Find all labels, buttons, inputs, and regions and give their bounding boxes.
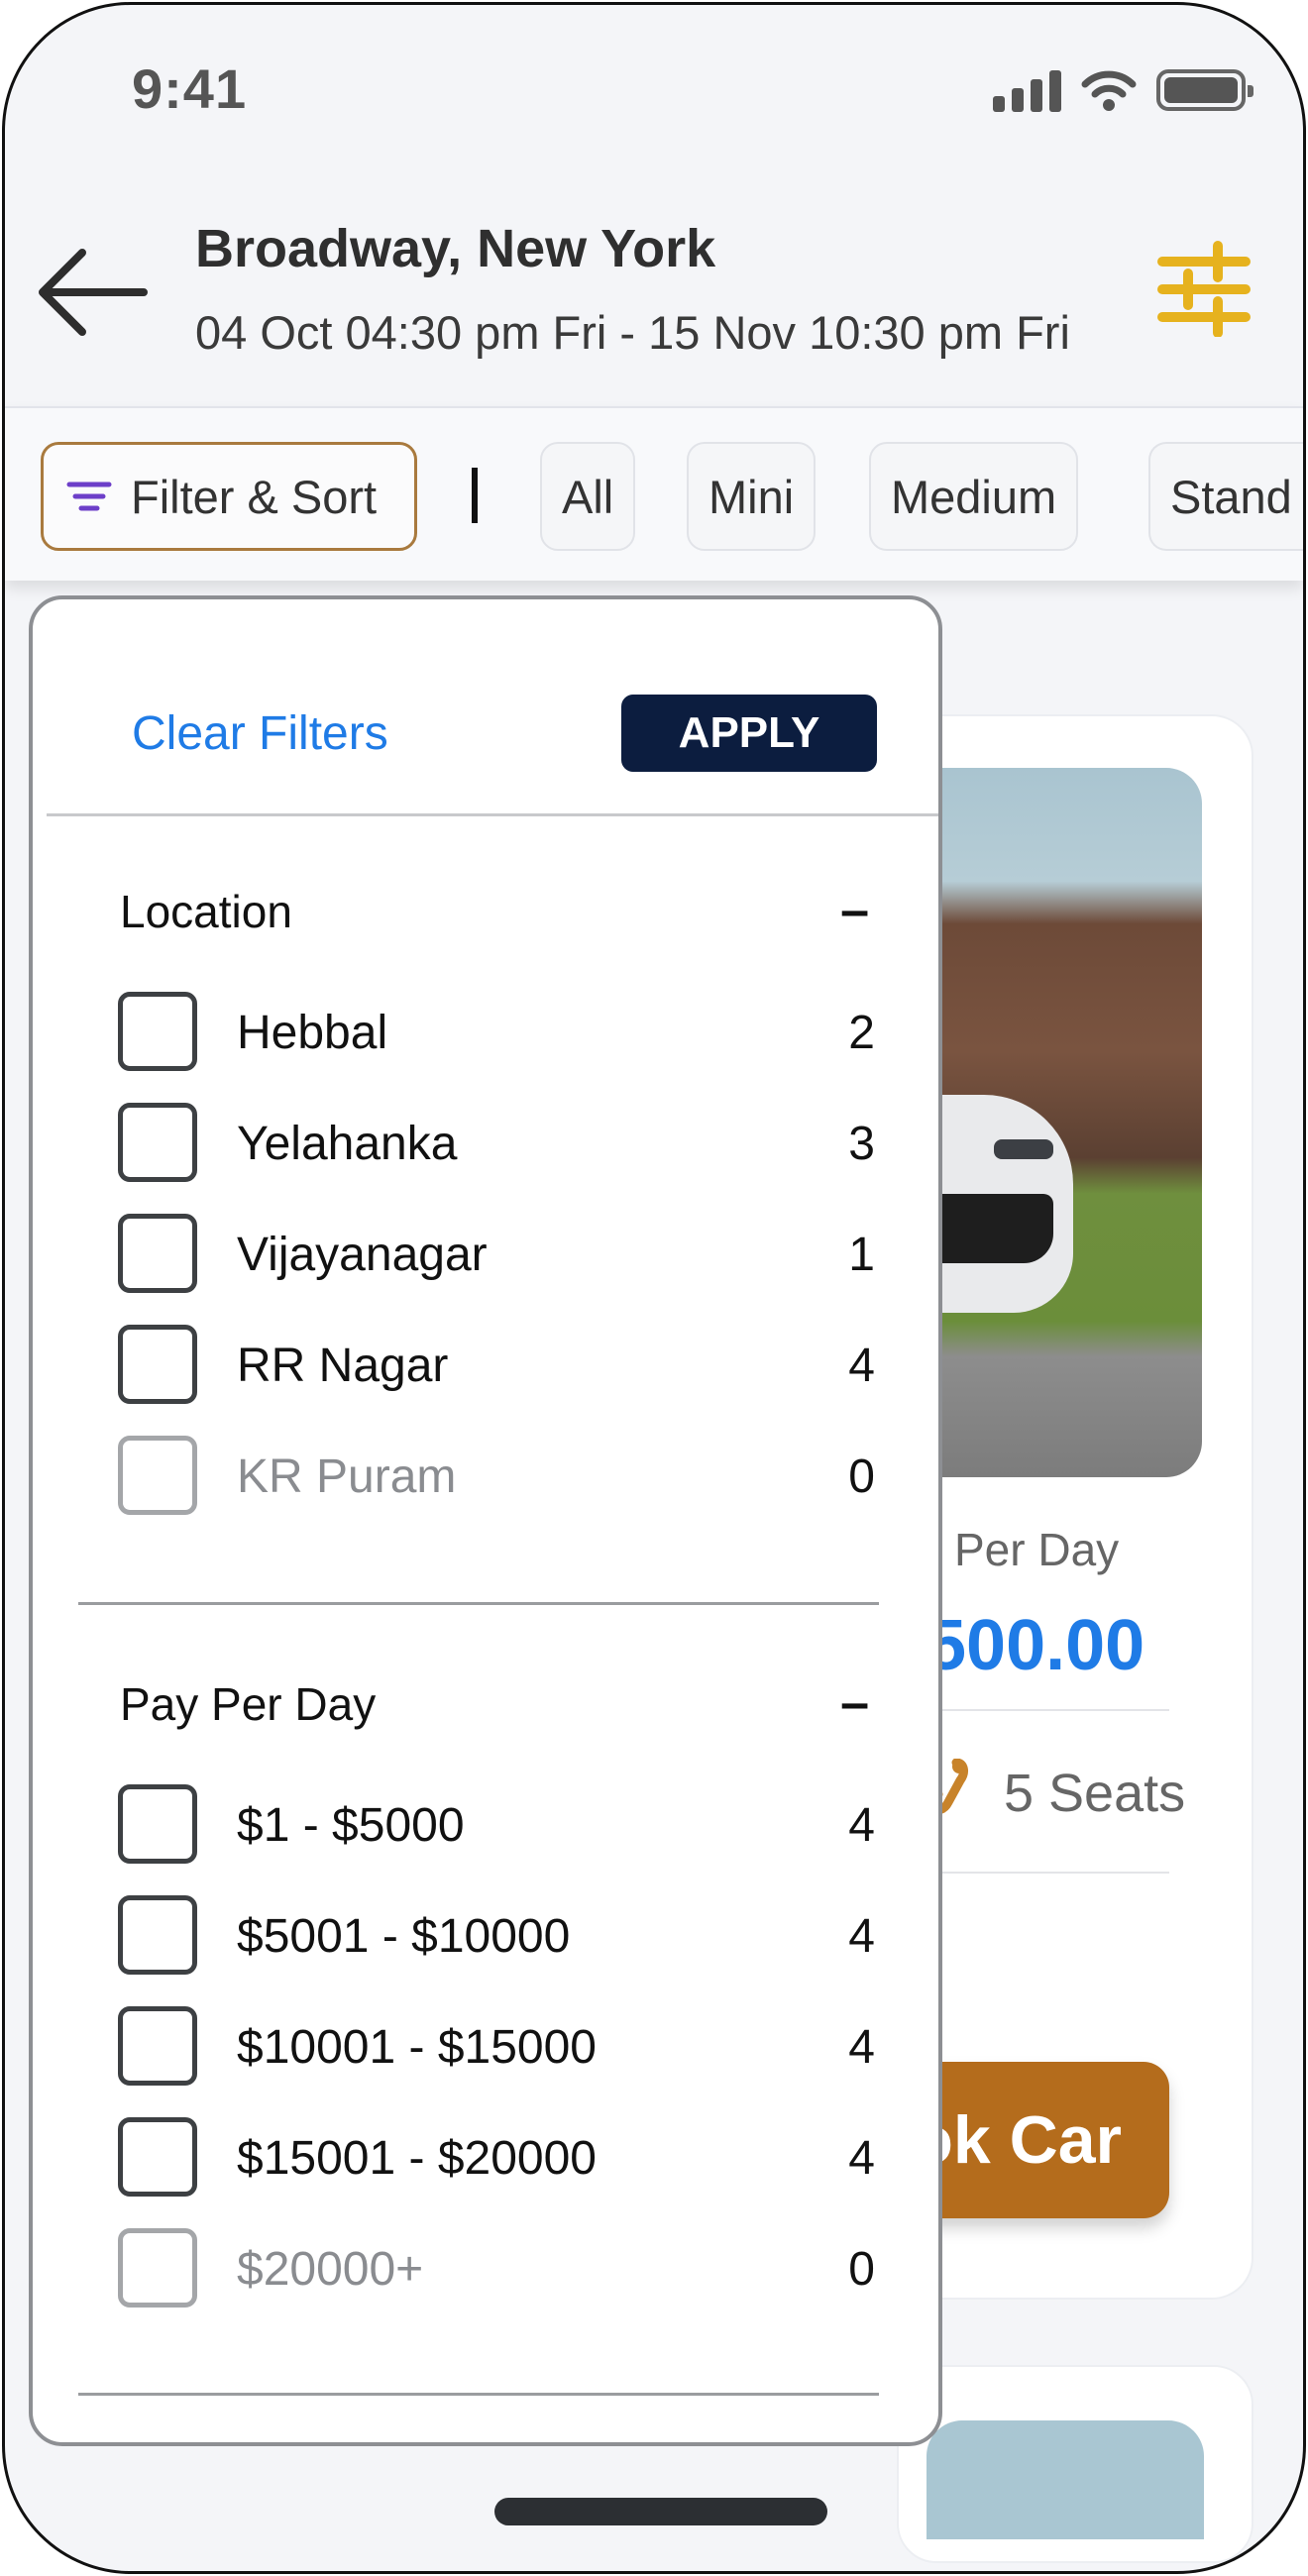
filter-sort-button[interactable]: Filter & Sort	[41, 442, 417, 551]
checkbox[interactable]	[118, 1784, 197, 1864]
filter-option-price-1[interactable]: $1 - $5000 4	[33, 1784, 938, 1864]
section-title-location: Location	[120, 886, 292, 937]
option-count: 4	[848, 1910, 875, 1963]
option-count: 4	[848, 1799, 875, 1852]
filter-panel: Clear Filters APPLY Location – Hebbal 2 …	[29, 595, 942, 2446]
back-arrow-icon[interactable]	[35, 238, 149, 347]
option-label: Yelahanka	[237, 1118, 458, 1170]
signal-icon	[993, 68, 1061, 112]
seats-label: 5 Seats	[1004, 1764, 1186, 1823]
option-count: 3	[848, 1118, 875, 1170]
collapse-toggle-pay-per-day[interactable]: –	[840, 1673, 869, 1733]
option-label: Vijayanagar	[237, 1229, 488, 1281]
filter-option-price-5: $20000+ 0	[33, 2228, 938, 2308]
home-indicator[interactable]	[494, 2498, 827, 2525]
option-count: 0	[848, 1450, 875, 1503]
checkbox[interactable]	[118, 2006, 197, 2086]
collapse-toggle-location[interactable]: –	[840, 881, 869, 940]
clear-filters-button[interactable]: Clear Filters	[132, 706, 388, 761]
price-value: 500.00	[926, 1606, 1145, 1685]
chip-divider	[472, 468, 478, 523]
category-chip-bar: Filter & Sort All Mini Medium Stand	[5, 406, 1303, 581]
section-divider	[78, 1602, 879, 1605]
filter-sort-label: Filter & Sort	[131, 470, 378, 523]
wifi-icon	[1081, 70, 1137, 111]
option-label: $10001 - $15000	[237, 2021, 597, 2074]
status-icons	[993, 66, 1254, 114]
option-count: 2	[848, 1007, 875, 1059]
battery-icon	[1156, 69, 1254, 111]
checkbox[interactable]	[118, 1214, 197, 1293]
option-count: 4	[848, 1340, 875, 1392]
filter-option-hebbal[interactable]: Hebbal 2	[33, 992, 938, 1071]
checkbox-disabled	[118, 1436, 197, 1515]
option-count: 0	[848, 2243, 875, 2296]
filter-option-price-2[interactable]: $5001 - $10000 4	[33, 1895, 938, 1975]
section-divider	[78, 2393, 879, 2396]
filter-option-kr-puram: KR Puram 0	[33, 1436, 938, 1515]
option-count: 4	[848, 2021, 875, 2074]
filter-lines-icon	[66, 482, 112, 511]
status-time: 9:41	[132, 57, 248, 120]
checkbox[interactable]	[118, 2117, 197, 2197]
apply-button[interactable]: APPLY	[621, 695, 877, 772]
option-label: $15001 - $20000	[237, 2132, 597, 2185]
section-title-pay-per-day: Pay Per Day	[120, 1678, 377, 1730]
option-label: Hebbal	[237, 1007, 388, 1059]
car-photo-next	[926, 2420, 1204, 2539]
option-count: 4	[848, 2132, 875, 2185]
option-label: $5001 - $10000	[237, 1910, 571, 1963]
card-divider	[917, 1709, 1169, 1711]
checkbox[interactable]	[118, 992, 197, 1071]
phone-frame: 9:41 Broadway, New York 04 Oct 04:30 pm …	[2, 2, 1306, 2574]
option-label: RR Nagar	[237, 1340, 449, 1392]
filter-option-vijayanagar[interactable]: Vijayanagar 1	[33, 1214, 938, 1293]
filter-option-price-4[interactable]: $15001 - $20000 4	[33, 2117, 938, 2197]
chip-medium[interactable]: Medium	[869, 442, 1079, 551]
filter-option-rr-nagar[interactable]: RR Nagar 4	[33, 1325, 938, 1404]
checkbox[interactable]	[118, 1325, 197, 1404]
chip-mini[interactable]: Mini	[687, 442, 817, 551]
card-divider	[917, 1872, 1169, 1874]
filter-option-price-3[interactable]: $10001 - $15000 4	[33, 2006, 938, 2086]
option-count: 1	[848, 1229, 875, 1281]
filter-option-yelahanka[interactable]: Yelahanka 3	[33, 1103, 938, 1182]
per-day-label: Per Day	[954, 1524, 1120, 1575]
chip-standard[interactable]: Stand	[1148, 442, 1303, 551]
header: Broadway, New York 04 Oct 04:30 pm Fri -…	[5, 198, 1303, 406]
settings-sliders-icon[interactable]	[1156, 238, 1252, 337]
location-title[interactable]: Broadway, New York	[195, 218, 715, 279]
checkbox[interactable]	[118, 1895, 197, 1975]
date-range[interactable]: 04 Oct 04:30 pm Fri - 15 Nov 10:30 pm Fr…	[195, 305, 1070, 360]
checkbox-disabled	[118, 2228, 197, 2308]
chip-all[interactable]: All	[540, 442, 636, 551]
checkbox[interactable]	[118, 1103, 197, 1182]
panel-divider	[47, 813, 938, 816]
option-label: $1 - $5000	[237, 1799, 465, 1852]
option-label: $20000+	[237, 2243, 424, 2296]
option-label: KR Puram	[237, 1450, 457, 1503]
